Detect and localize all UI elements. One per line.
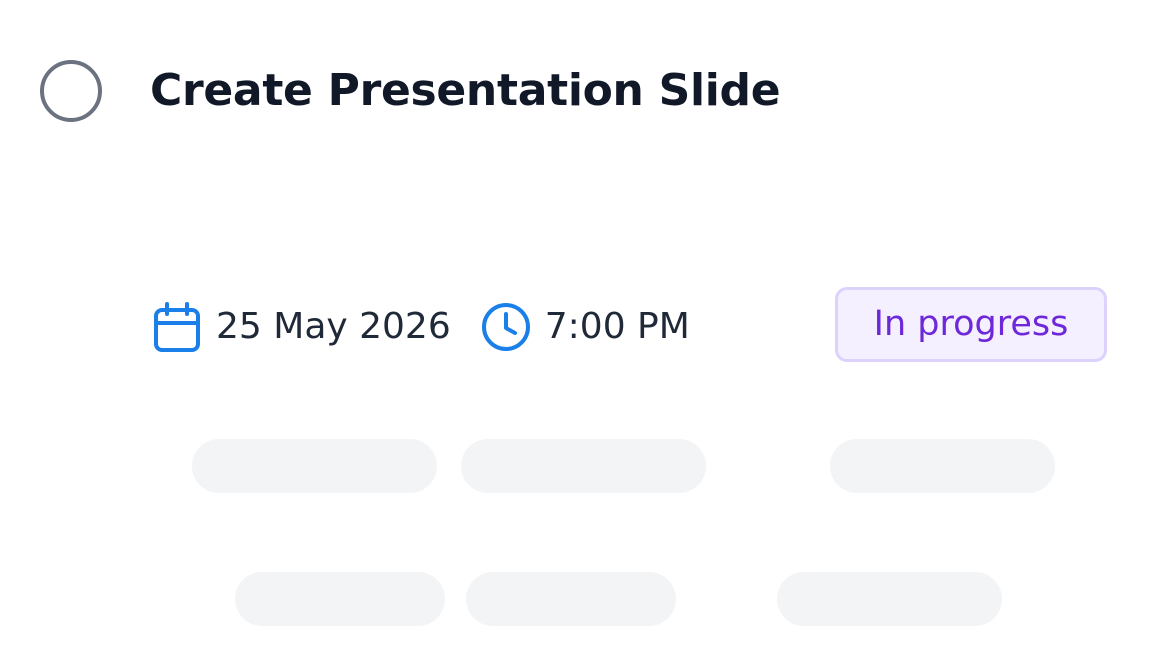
skeleton-placeholder	[461, 439, 706, 493]
skeleton-placeholder	[466, 572, 676, 626]
due-time: 7:00 PM	[544, 306, 690, 347]
complete-checkbox-icon[interactable]	[40, 60, 102, 122]
clock-icon	[481, 302, 531, 352]
skeleton-placeholder	[235, 572, 445, 626]
skeleton-placeholder	[192, 439, 437, 493]
task-meta: 25 May 2026 7:00 PM	[152, 298, 690, 356]
skeleton-placeholder	[777, 572, 1002, 626]
due-date: 25 May 2026	[216, 306, 451, 347]
task-card[interactable]: Create Presentation Slide 25 May 2026 7:…	[0, 0, 1162, 670]
skeleton-placeholder	[830, 439, 1055, 493]
task-title: Create Presentation Slide	[150, 65, 781, 116]
status-badge[interactable]: In progress	[835, 287, 1107, 362]
calendar-icon	[152, 302, 202, 352]
